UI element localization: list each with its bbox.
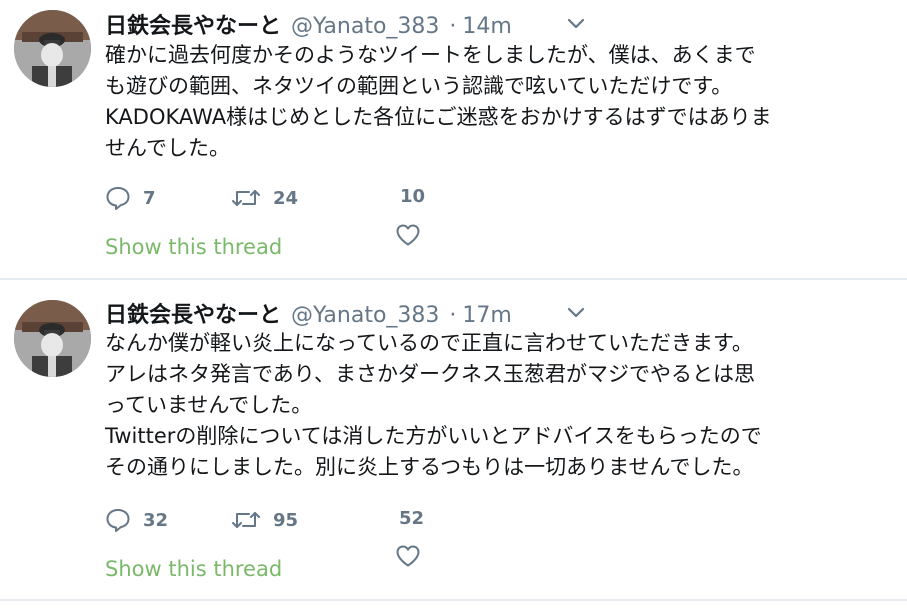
reply-icon [106, 509, 130, 532]
avatar[interactable] [14, 300, 91, 377]
tweet-text-line: 確かに過去何度かそのようなツイートをしましたが、僕は、あくまで [105, 43, 756, 67]
reply-icon [106, 187, 130, 210]
timeline: 日鉄会長やなーと @Yanato_383 · 14m 確かに過去何度かそのような… [0, 0, 907, 609]
like-count: 52 [399, 508, 425, 529]
author-name[interactable]: 日鉄会長やなーと [105, 297, 281, 329]
retweet-icon [232, 190, 260, 206]
retweet-button[interactable]: 95 [231, 502, 298, 538]
divider [0, 599, 907, 601]
tweet-actions: 7 24 [105, 180, 605, 220]
tweet-text-line: KADOKAWA様はじめとした各位にご迷惑をおかけするはずではありま [105, 105, 772, 129]
show-thread-link[interactable]: Show this thread [105, 235, 282, 259]
separator-dot: · [449, 14, 457, 39]
separator-dot: · [449, 303, 457, 328]
tweet[interactable]: 日鉄会長やなーと @Yanato_383 · 14m 確かに過去何度かそのような… [0, 0, 907, 278]
like-count: 10 [400, 186, 426, 207]
tweet-header: 日鉄会長やなーと @Yanato_383 · 17m [105, 297, 512, 329]
avatar-image [14, 300, 91, 377]
retweet-count: 95 [273, 509, 299, 531]
author-handle[interactable]: @Yanato_383 [291, 14, 439, 39]
tweet-actions: 32 95 [105, 502, 605, 542]
tweet-text-line: Twitterの削除については消した方がいいとアドバイスをもらったので [105, 424, 762, 448]
author-handle[interactable]: @Yanato_383 [291, 303, 439, 328]
retweet-icon [232, 512, 260, 528]
tweet[interactable]: 日鉄会長やなーと @Yanato_383 · 17m なんか僕が軽い炎上になって… [0, 280, 907, 598]
tweet-text-line: なんか僕が軽い炎上になっているので正直に言わせていただきます。 [105, 331, 753, 355]
retweet-count: 24 [273, 187, 299, 209]
avatar-image [14, 10, 91, 87]
avatar[interactable] [14, 10, 91, 87]
reply-button[interactable]: 7 [105, 180, 156, 216]
tweet-text-line: も遊びの範囲、ネタツイの範囲という認識で呟いていただけです。 [105, 74, 733, 98]
author-name[interactable]: 日鉄会長やなーと [105, 8, 281, 40]
chevron-down-icon[interactable] [567, 307, 585, 319]
heart-icon[interactable] [395, 223, 421, 247]
tweet-text-line: せんでした。 [105, 136, 230, 160]
timestamp[interactable]: 14m [462, 14, 511, 39]
show-thread-link[interactable]: Show this thread [105, 557, 282, 581]
tweet-text-line: アレはネタ発言であり、まさかダークネス玉葱君がマジでやるとは思 [105, 362, 755, 386]
reply-button[interactable]: 32 [105, 502, 168, 538]
heart-icon[interactable] [395, 544, 421, 568]
tweet-header: 日鉄会長やなーと @Yanato_383 · 14m [105, 8, 512, 40]
reply-count: 32 [143, 509, 169, 531]
reply-count: 7 [143, 187, 156, 209]
tweet-text-line: っていませんでした。 [105, 393, 313, 417]
tweet-text-line: その通りにしました。別に炎上するつもりは一切ありませんでした。 [105, 455, 754, 479]
chevron-down-icon[interactable] [567, 18, 585, 30]
retweet-button[interactable]: 24 [231, 180, 298, 216]
timestamp[interactable]: 17m [462, 303, 511, 328]
tweet-text: なんか僕が軽い炎上になっているので正直に言わせていただきます。 アレはネタ発言で… [105, 328, 890, 483]
tweet-text: 確かに過去何度かそのようなツイートをしましたが、僕は、あくまで も遊びの範囲、ネ… [105, 40, 890, 164]
